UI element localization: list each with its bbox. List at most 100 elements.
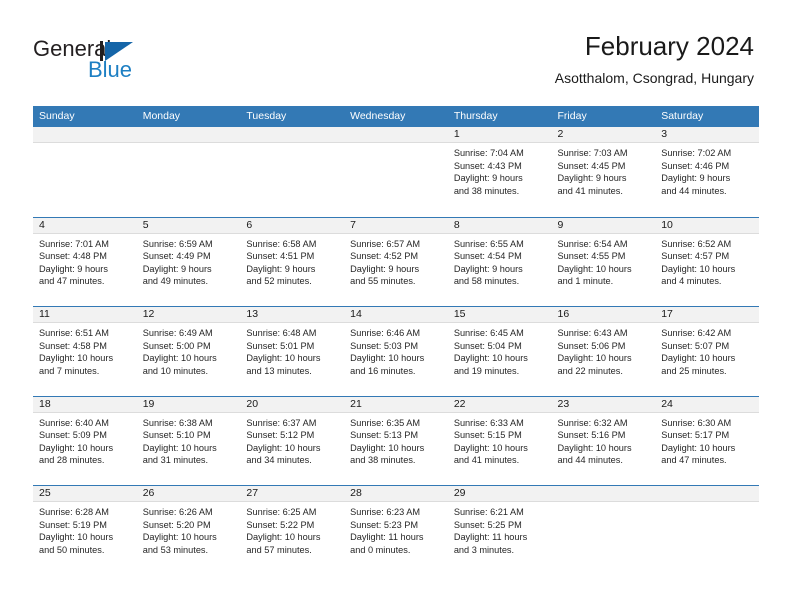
day-number: 24 bbox=[661, 397, 673, 410]
day-detail-line: and 25 minutes. bbox=[661, 365, 727, 376]
day-detail-line: and 44 minutes. bbox=[661, 185, 727, 196]
day-detail-line: Sunrise: 6:38 AM bbox=[142, 417, 213, 428]
day-detail-line: and 38 minutes. bbox=[453, 185, 520, 196]
calendar-day-cell[interactable]: 17 Sunrise: 6:42 AM Sunset: 5:07 PM Dayligh… bbox=[655, 307, 759, 396]
calendar-day-cell[interactable]: 22 Sunrise: 6:33 AM Sunset: 5:15 PM Dayligh… bbox=[447, 396, 552, 485]
day-detail-line: Sunset: 4:46 PM bbox=[661, 160, 730, 171]
calendar-day-cell[interactable]: 29 Sunrise: 6:21 AM Sunset: 5:25 PM Dayligh… bbox=[447, 486, 552, 575]
day-detail-line: and 19 minutes. bbox=[453, 365, 520, 376]
day-number-band bbox=[33, 127, 137, 143]
calendar-day-cell[interactable]: 12 Sunrise: 6:49 AM Sunset: 5:00 PM Dayligh… bbox=[136, 307, 241, 396]
day-detail-line: Daylight: 10 hours bbox=[661, 263, 736, 274]
day-detail-line: Sunset: 5:15 PM bbox=[453, 430, 522, 441]
day-number-band bbox=[344, 127, 448, 143]
day-detail-line: Sunset: 5:01 PM bbox=[246, 340, 315, 351]
day-detail-line: and 10 minutes. bbox=[142, 365, 209, 376]
calendar-day-cell[interactable]: 21 Sunrise: 6:35 AM Sunset: 5:13 PM Dayligh… bbox=[344, 396, 448, 485]
day-number-band: 16 bbox=[551, 307, 656, 323]
calendar-day-cell[interactable]: 1 Sunrise: 7:04 AM Sunset: 4:43 PM Daylight… bbox=[447, 127, 552, 217]
day-detail-line: Sunset: 5:04 PM bbox=[453, 340, 522, 351]
day-number: 21 bbox=[350, 397, 362, 410]
calendar-day-cell[interactable]: 13 Sunrise: 6:48 AM Sunset: 5:01 PM Dayligh… bbox=[240, 307, 345, 396]
weekday-header-tuesday: Tuesday bbox=[246, 110, 287, 122]
day-detail-line: and 41 minutes. bbox=[557, 185, 623, 196]
calendar-day-cell[interactable]: 2 Sunrise: 7:03 AM Sunset: 4:45 PM Daylight… bbox=[551, 127, 656, 217]
calendar-day-cell[interactable]: 16 Sunrise: 6:43 AM Sunset: 5:06 PM Dayligh… bbox=[551, 307, 656, 396]
day-detail-line: Sunset: 5:22 PM bbox=[246, 519, 315, 530]
day-number-band: 1 bbox=[447, 127, 552, 143]
calendar-day-cell[interactable]: 18 Sunrise: 6:40 AM Sunset: 5:09 PM Dayligh… bbox=[33, 396, 137, 485]
day-details: Sunrise: 6:23 AM Sunset: 5:23 PM Daylight:… bbox=[344, 502, 448, 556]
day-details: Sunrise: 6:32 AM Sunset: 5:16 PM Daylight:… bbox=[552, 413, 656, 467]
calendar-day-cell[interactable]: 15 Sunrise: 6:45 AM Sunset: 5:04 PM Dayligh… bbox=[447, 307, 552, 396]
day-details: Sunrise: 6:59 AM Sunset: 4:49 PM Daylight:… bbox=[137, 234, 241, 288]
day-detail-line: and 47 minutes. bbox=[661, 455, 727, 466]
weekday-header-sunday: Sunday bbox=[39, 110, 75, 122]
day-number: 2 bbox=[557, 128, 564, 140]
day-number: 17 bbox=[661, 308, 673, 320]
day-detail-line: Sunrise: 6:55 AM bbox=[453, 238, 524, 249]
day-detail-line: Daylight: 10 hours bbox=[246, 442, 321, 453]
calendar-page: General Blue February 2024 Asotthalom, C… bbox=[0, 0, 792, 612]
day-number-band: 5 bbox=[136, 217, 241, 234]
day-number-band bbox=[655, 486, 759, 502]
calendar-weeks: 1 Sunrise: 7:04 AM Sunset: 4:43 PM Daylight… bbox=[33, 127, 759, 575]
day-details: Sunrise: 6:57 AM Sunset: 4:52 PM Daylight:… bbox=[344, 234, 448, 288]
weekday-header-monday: Monday bbox=[142, 110, 181, 122]
day-detail-line: Sunset: 4:48 PM bbox=[39, 251, 107, 262]
day-detail-line: Daylight: 10 hours bbox=[557, 263, 632, 274]
calendar-day-cell[interactable]: 4 Sunrise: 7:01 AM Sunset: 4:48 PM Daylight… bbox=[33, 217, 137, 306]
calendar-day-cell[interactable]: 3 Sunrise: 7:02 AM Sunset: 4:46 PM Daylight… bbox=[655, 127, 759, 217]
day-detail-line: Sunrise: 6:30 AM bbox=[661, 417, 732, 428]
calendar-week-row: 4 Sunrise: 7:01 AM Sunset: 4:48 PM Daylight… bbox=[33, 216, 759, 306]
calendar-day-cell-empty bbox=[551, 486, 656, 575]
day-number-band: 26 bbox=[136, 486, 241, 502]
calendar-day-cell[interactable]: 28 Sunrise: 6:23 AM Sunset: 5:23 PM Dayligh… bbox=[344, 486, 448, 575]
calendar-day-cell[interactable]: 9 Sunrise: 6:54 AM Sunset: 4:55 PM Daylight… bbox=[551, 217, 656, 306]
day-number-band: 19 bbox=[136, 396, 241, 413]
day-detail-line: Daylight: 10 hours bbox=[246, 532, 321, 543]
day-detail-line: and 47 minutes. bbox=[39, 276, 105, 287]
calendar-day-cell[interactable]: 24 Sunrise: 6:30 AM Sunset: 5:17 PM Dayligh… bbox=[655, 396, 759, 485]
day-detail-line: Daylight: 9 hours bbox=[350, 263, 420, 274]
calendar-day-cell[interactable]: 5 Sunrise: 6:59 AM Sunset: 4:49 PM Daylight… bbox=[136, 217, 241, 306]
calendar-day-cell[interactable]: 10 Sunrise: 6:52 AM Sunset: 4:57 PM Dayligh… bbox=[655, 217, 759, 306]
day-detail-line: and 58 minutes. bbox=[453, 276, 520, 287]
day-detail-line: Sunset: 4:55 PM bbox=[557, 251, 626, 262]
day-detail-line: and 31 minutes. bbox=[142, 455, 209, 466]
calendar-day-cell-empty bbox=[33, 127, 137, 217]
day-detail-line: Sunrise: 6:23 AM bbox=[350, 507, 421, 517]
brand-logo[interactable]: General Blue bbox=[33, 36, 213, 88]
calendar-day-cell[interactable]: 19 Sunrise: 6:38 AM Sunset: 5:10 PM Dayligh… bbox=[136, 396, 241, 485]
day-detail-line: and 1 minute. bbox=[557, 276, 614, 287]
day-details bbox=[344, 143, 448, 147]
day-number-band: 13 bbox=[240, 307, 345, 323]
calendar-day-cell[interactable]: 6 Sunrise: 6:58 AM Sunset: 4:51 PM Daylight… bbox=[240, 217, 345, 306]
calendar-day-cell[interactable]: 23 Sunrise: 6:32 AM Sunset: 5:16 PM Dayligh… bbox=[551, 396, 656, 485]
day-details: Sunrise: 6:37 AM Sunset: 5:12 PM Daylight:… bbox=[240, 413, 344, 467]
calendar-day-cell[interactable]: 11 Sunrise: 6:51 AM Sunset: 4:58 PM Dayligh… bbox=[33, 307, 137, 396]
brand-name-blue: Blue bbox=[88, 57, 133, 82]
calendar-day-cell[interactable]: 27 Sunrise: 6:25 AM Sunset: 5:22 PM Dayligh… bbox=[240, 486, 345, 575]
calendar-day-cell[interactable]: 20 Sunrise: 6:37 AM Sunset: 5:12 PM Dayligh… bbox=[240, 396, 345, 485]
day-number-band: 8 bbox=[447, 217, 552, 234]
day-detail-line: Daylight: 10 hours bbox=[39, 442, 114, 453]
day-detail-line: Sunset: 4:54 PM bbox=[453, 251, 522, 262]
calendar-day-cell[interactable]: 7 Sunrise: 6:57 AM Sunset: 4:52 PM Daylight… bbox=[344, 217, 448, 306]
day-number-band: 9 bbox=[551, 217, 656, 234]
day-details: Sunrise: 6:33 AM Sunset: 5:15 PM Daylight:… bbox=[448, 413, 552, 467]
day-detail-line: Sunset: 4:49 PM bbox=[142, 251, 211, 262]
day-detail-line: Sunset: 5:06 PM bbox=[557, 340, 626, 351]
day-detail-line: Daylight: 10 hours bbox=[246, 353, 321, 364]
day-details: Sunrise: 7:02 AM Sunset: 4:46 PM Daylight:… bbox=[655, 143, 759, 197]
calendar-day-cell[interactable]: 25 Sunrise: 6:28 AM Sunset: 5:19 PM Dayligh… bbox=[33, 486, 137, 575]
calendar-day-cell[interactable]: 8 Sunrise: 6:55 AM Sunset: 4:54 PM Daylight… bbox=[447, 217, 552, 306]
day-detail-line: Daylight: 10 hours bbox=[453, 442, 528, 453]
calendar-day-cell[interactable]: 26 Sunrise: 6:26 AM Sunset: 5:20 PM Dayligh… bbox=[136, 486, 241, 575]
day-number: 4 bbox=[39, 218, 45, 231]
day-details bbox=[655, 502, 759, 506]
day-number: 12 bbox=[142, 308, 155, 320]
day-detail-line: and 3 minutes. bbox=[453, 544, 515, 555]
day-number: 5 bbox=[142, 218, 149, 231]
calendar-day-cell[interactable]: 14 Sunrise: 6:46 AM Sunset: 5:03 PM Dayligh… bbox=[344, 307, 448, 396]
